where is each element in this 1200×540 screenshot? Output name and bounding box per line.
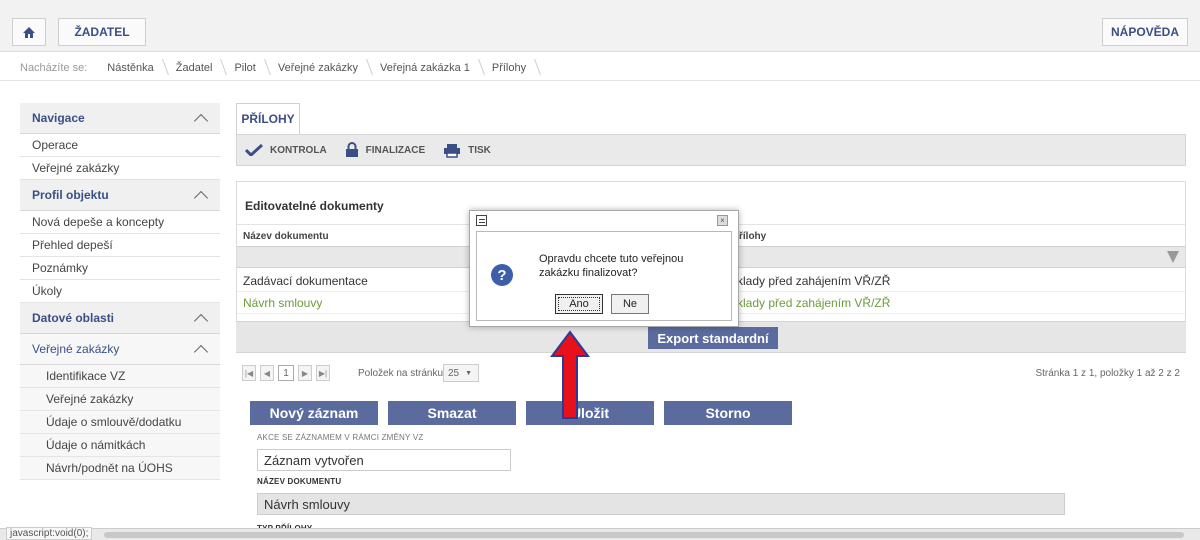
- sidebar-item-verejne-zakazky[interactable]: Veřejné zakázky: [20, 157, 220, 180]
- pager-info: Stránka 1 z 1, položky 1 až 2 z 2: [1035, 368, 1180, 379]
- chevron-up-icon: [193, 190, 209, 206]
- sidebar-head-label: Navigace: [32, 111, 85, 125]
- pager-last-button[interactable]: ▶|: [316, 365, 330, 381]
- row-name: Návrh smlouvy: [243, 296, 323, 310]
- top-bar: ŽADATEL NÁPOVĚDA: [0, 0, 1200, 52]
- finalizace-button[interactable]: FINALIZACE: [345, 142, 425, 158]
- kontrola-button[interactable]: KONTROLA: [245, 144, 327, 156]
- pager-current-page[interactable]: 1: [278, 365, 294, 381]
- sidebar-item-navrh-podnet-uohs[interactable]: Návrh/podnět na ÚOHS: [20, 457, 220, 480]
- sidebar-group-verejne-zakazky[interactable]: Veřejné zakázky: [20, 334, 220, 365]
- dialog-message: Opravdu chcete tuto veřejnou zakázku fin…: [539, 253, 684, 279]
- window-icon: [476, 215, 487, 226]
- dialog-body: ? Opravdu chcete tuto veřejnou zakázku f…: [476, 231, 732, 321]
- cancel-button[interactable]: Storno: [664, 401, 792, 425]
- export-standard-button[interactable]: Export standardní: [648, 327, 778, 349]
- status-bar: javascript:void(0);: [0, 527, 1200, 540]
- new-record-button[interactable]: Nový záznam: [250, 401, 378, 425]
- sidebar-item-identifikace-vz[interactable]: Identifikace VZ: [20, 365, 220, 388]
- finalizace-label: FINALIZACE: [365, 144, 426, 156]
- sidebar-head-navigace[interactable]: Navigace: [20, 103, 220, 134]
- sidebar: Navigace Operace Veřejné zakázky Profil …: [20, 103, 220, 480]
- checkmark-icon: [245, 144, 263, 156]
- form-buttons: Nový záznam Smazat Uložit Storno: [250, 401, 792, 425]
- sidebar-item-nova-depese[interactable]: Nová depeše a koncepty: [20, 211, 220, 234]
- row-name: Zadávací dokumentace: [243, 274, 368, 288]
- dropdown-caret-icon: ▼: [465, 369, 473, 377]
- sidebar-item-poznamky[interactable]: Poznámky: [20, 257, 220, 280]
- breadcrumb-item-zadatel[interactable]: Žadatel: [166, 62, 225, 74]
- delete-button[interactable]: Smazat: [388, 401, 516, 425]
- section-title: Editovatelné dokumenty: [245, 199, 384, 213]
- sidebar-head-label: Datové oblasti: [32, 311, 115, 325]
- chevron-up-icon: [193, 113, 209, 129]
- column-header-nazev[interactable]: Název dokumentu: [243, 231, 329, 242]
- horizontal-scrollbar[interactable]: [104, 532, 1184, 538]
- sidebar-item-ukoly[interactable]: Úkoly: [20, 280, 220, 303]
- filter-icon[interactable]: [1167, 251, 1179, 263]
- pager: |◀ ◀ 1 ▶ ▶| Položek na stránku 25 ▼ Strá…: [236, 358, 1186, 388]
- lock-icon: [345, 142, 358, 157]
- confirm-dialog: × ? Opravdu chcete tuto veřejnou zakázku…: [469, 210, 739, 327]
- breadcrumb-item-nastenka[interactable]: Nástěnka: [97, 62, 165, 74]
- chevron-up-icon: [193, 313, 209, 329]
- role-button[interactable]: ŽADATEL: [58, 18, 146, 46]
- akce-field[interactable]: Záznam vytvořen: [257, 449, 511, 471]
- question-icon: ?: [491, 264, 513, 286]
- nazev-field[interactable]: Návrh smlouvy: [257, 493, 1065, 515]
- sidebar-item-udaje-o-namitkach[interactable]: Údaje o námitkách: [20, 434, 220, 457]
- sidebar-item-udaje-o-smlouve[interactable]: Údaje o smlouvě/dodatku: [20, 411, 220, 434]
- pager-prev-button[interactable]: ◀: [260, 365, 274, 381]
- status-text: javascript:void(0);: [6, 527, 93, 540]
- breadcrumb-item-prilohy[interactable]: Přílohy: [482, 62, 538, 74]
- akce-label: AKCE SE ZÁZNAMEM V RÁMCI ZMĚNY VZ: [257, 433, 424, 442]
- no-button[interactable]: Ne: [611, 294, 649, 314]
- breadcrumb-lead: Nacházíte se:: [20, 61, 88, 74]
- annotation-arrow-icon: [550, 330, 590, 419]
- sidebar-head-datove-oblasti[interactable]: Datové oblasti: [20, 303, 220, 334]
- pager-next-button[interactable]: ▶: [298, 365, 312, 381]
- home-button[interactable]: [12, 18, 46, 46]
- column-header-typ[interactable]: řílohy: [739, 231, 766, 242]
- row-type: klady před zahájením VŘ/ZŘ: [737, 274, 891, 288]
- sidebar-head-profil[interactable]: Profil objektu: [20, 180, 220, 211]
- nazev-label: NÁZEV DOKUMENTU: [257, 477, 342, 486]
- sidebar-item-verejne-zakazky-sub[interactable]: Veřejné zakázky: [20, 388, 220, 411]
- sidebar-group-label: Veřejné zakázky: [32, 342, 120, 356]
- pager-per-page-value: 25: [448, 367, 460, 379]
- tisk-button[interactable]: TISK: [443, 143, 491, 158]
- tisk-label: TISK: [468, 144, 491, 156]
- pager-per-page-select[interactable]: 25 ▼: [443, 364, 479, 382]
- breadcrumb: Nacházíte se: Nástěnka Žadatel Pilot Veř…: [0, 55, 1200, 81]
- breadcrumb-item-verejne-zakazky[interactable]: Veřejné zakázky: [268, 62, 370, 74]
- kontrola-label: KONTROLA: [270, 144, 327, 156]
- pager-first-button[interactable]: |◀: [242, 365, 256, 381]
- help-button[interactable]: NÁPOVĚDA: [1102, 18, 1188, 46]
- sidebar-item-operace[interactable]: Operace: [20, 134, 220, 157]
- home-icon: [23, 26, 35, 38]
- toolbar: KONTROLA FINALIZACE TISK: [236, 134, 1186, 166]
- sidebar-head-label: Profil objektu: [32, 188, 109, 202]
- save-button[interactable]: Uložit: [526, 401, 654, 425]
- printer-icon: [444, 143, 461, 158]
- yes-button[interactable]: Ano: [555, 294, 603, 314]
- close-button[interactable]: ×: [717, 215, 728, 226]
- breadcrumb-item-pilot[interactable]: Pilot: [224, 62, 267, 74]
- chevron-up-icon: [193, 344, 209, 360]
- breadcrumb-item-verejna-zakazka-1[interactable]: Veřejná zakázka 1: [370, 62, 482, 74]
- tab-prilohy[interactable]: PŘÍLOHY: [236, 103, 300, 134]
- row-type: klady před zahájením VŘ/ZŘ: [737, 296, 891, 310]
- pager-per-page-label: Položek na stránku: [358, 368, 444, 379]
- sidebar-item-prehled-depesi[interactable]: Přehled depeší: [20, 234, 220, 257]
